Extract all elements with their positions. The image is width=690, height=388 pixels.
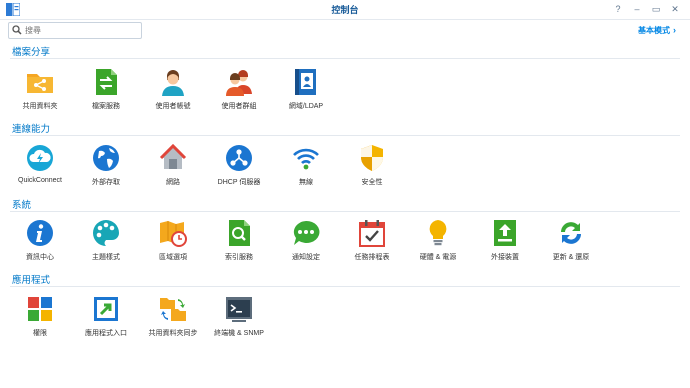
external-access-item[interactable]: 外部存取 — [73, 143, 139, 187]
section-divider — [10, 211, 680, 212]
user-item[interactable]: 使用者帳號 — [140, 67, 206, 111]
shared-folder-sync-icon — [160, 298, 186, 321]
theme-item[interactable]: 主題樣式 — [73, 218, 139, 262]
dhcp-server-item[interactable]: DHCP 伺服器 — [206, 143, 272, 187]
section-title-file-sharing: 檔案分享 — [12, 47, 51, 58]
item-label: 主題樣式 — [92, 254, 120, 261]
update-restore-icon — [561, 222, 581, 244]
item-label: 通知設定 — [292, 254, 320, 261]
task-scheduler-icon — [359, 220, 385, 247]
section-title-system: 系統 — [12, 200, 32, 211]
maximize-button[interactable]: ▭ — [649, 2, 663, 16]
search-input[interactable] — [25, 24, 135, 36]
network-item[interactable]: 網路 — [140, 143, 206, 187]
item-label: 檔案服務 — [92, 103, 120, 110]
domain-ldap-icon — [295, 69, 316, 95]
item-label: DHCP 伺服器 — [217, 179, 261, 186]
section-title-applications: 應用程式 — [12, 275, 51, 286]
quickconnect-item[interactable]: QuickConnect — [7, 143, 73, 184]
item-label: 無線 — [299, 179, 313, 186]
item-label: 更新 & 還原 — [552, 254, 590, 261]
user-icon — [162, 70, 184, 96]
window-title: 控制台 — [331, 5, 359, 15]
indexing-service-icon — [229, 220, 250, 246]
item-label: 索引服務 — [225, 254, 253, 261]
privileges-icon — [28, 297, 52, 321]
close-button[interactable]: ✕ — [668, 2, 682, 16]
update-restore-item[interactable]: 更新 & 還原 — [538, 218, 604, 262]
external-devices-icon — [494, 220, 516, 246]
quickconnect-icon — [27, 145, 53, 171]
shared-folder-item[interactable]: 共用資料夾 — [7, 67, 73, 111]
section-title-connectivity: 連線能力 — [12, 124, 51, 135]
help-button[interactable]: ? — [611, 2, 625, 16]
security-icon — [361, 145, 383, 171]
item-label: 區域選項 — [159, 254, 187, 261]
group-item[interactable]: 使用者群組 — [206, 67, 272, 111]
hardware-power-item[interactable]: 硬體 & 電源 — [405, 218, 471, 262]
item-label: 共用資料夾 — [22, 103, 58, 110]
item-label: 任務排程表 — [354, 254, 390, 261]
file-services-item[interactable]: 檔案服務 — [73, 67, 139, 111]
external-access-icon — [93, 145, 119, 171]
item-label: 資訊中心 — [26, 254, 54, 261]
notification-icon — [293, 220, 320, 245]
terminal-snmp-icon — [226, 297, 252, 322]
basic-mode-link[interactable]: 基本模式 › — [638, 25, 676, 36]
indexing-service-item[interactable]: 索引服務 — [206, 218, 272, 262]
section-divider — [10, 286, 680, 287]
item-label: 網路 — [166, 179, 180, 186]
info-center-icon — [27, 220, 53, 246]
basic-mode-label: 基本模式 — [638, 26, 670, 35]
domain-ldap-item[interactable]: 網域/LDAP — [273, 67, 339, 111]
privileges-item[interactable]: 權限 — [7, 294, 73, 338]
group-icon — [226, 70, 252, 96]
shared-folder-sync-item[interactable]: 共用資料夾同步 — [140, 294, 206, 338]
item-label: 權限 — [33, 330, 47, 337]
application-portal-icon — [94, 297, 118, 321]
item-label: 終端機 & SNMP — [214, 330, 264, 337]
hardware-power-icon — [429, 220, 447, 246]
section-divider — [10, 58, 680, 59]
regional-options-item[interactable]: 區域選項 — [140, 218, 206, 262]
dhcp-server-icon — [226, 145, 252, 171]
wireless-icon — [293, 148, 319, 170]
minimize-button[interactable]: – — [630, 2, 644, 16]
theme-icon — [93, 220, 119, 246]
search-box[interactable] — [8, 22, 142, 39]
item-label: 外接裝置 — [491, 254, 519, 261]
title-bar: 控制台 ? – ▭ ✕ — [0, 0, 690, 20]
shared-folder-icon — [27, 74, 53, 93]
item-label: 安全性 — [361, 179, 383, 186]
search-icon — [12, 25, 22, 35]
regional-options-icon — [160, 221, 187, 247]
item-label: 硬體 & 電源 — [419, 254, 457, 261]
notification-item[interactable]: 通知設定 — [273, 218, 339, 262]
item-label: 外部存取 — [92, 179, 120, 186]
item-label: 應用程式入口 — [85, 330, 127, 337]
item-label: QuickConnect — [18, 177, 62, 184]
external-devices-item[interactable]: 外接裝置 — [472, 218, 538, 262]
task-scheduler-item[interactable]: 任務排程表 — [339, 218, 405, 262]
chevron-right-icon: › — [673, 25, 676, 35]
file-services-icon — [96, 69, 117, 95]
section-divider — [10, 135, 680, 136]
network-icon — [159, 143, 187, 169]
info-center-item[interactable]: 資訊中心 — [7, 218, 73, 262]
application-portal-item[interactable]: 應用程式入口 — [73, 294, 139, 338]
item-label: 共用資料夾同步 — [148, 330, 198, 337]
item-label: 使用者帳號 — [155, 103, 191, 110]
wireless-item[interactable]: 無線 — [273, 143, 339, 187]
security-item[interactable]: 安全性 — [339, 143, 405, 187]
item-label: 網域/LDAP — [288, 103, 324, 110]
terminal-snmp-item[interactable]: 終端機 & SNMP — [206, 294, 272, 338]
item-label: 使用者群組 — [221, 103, 257, 110]
